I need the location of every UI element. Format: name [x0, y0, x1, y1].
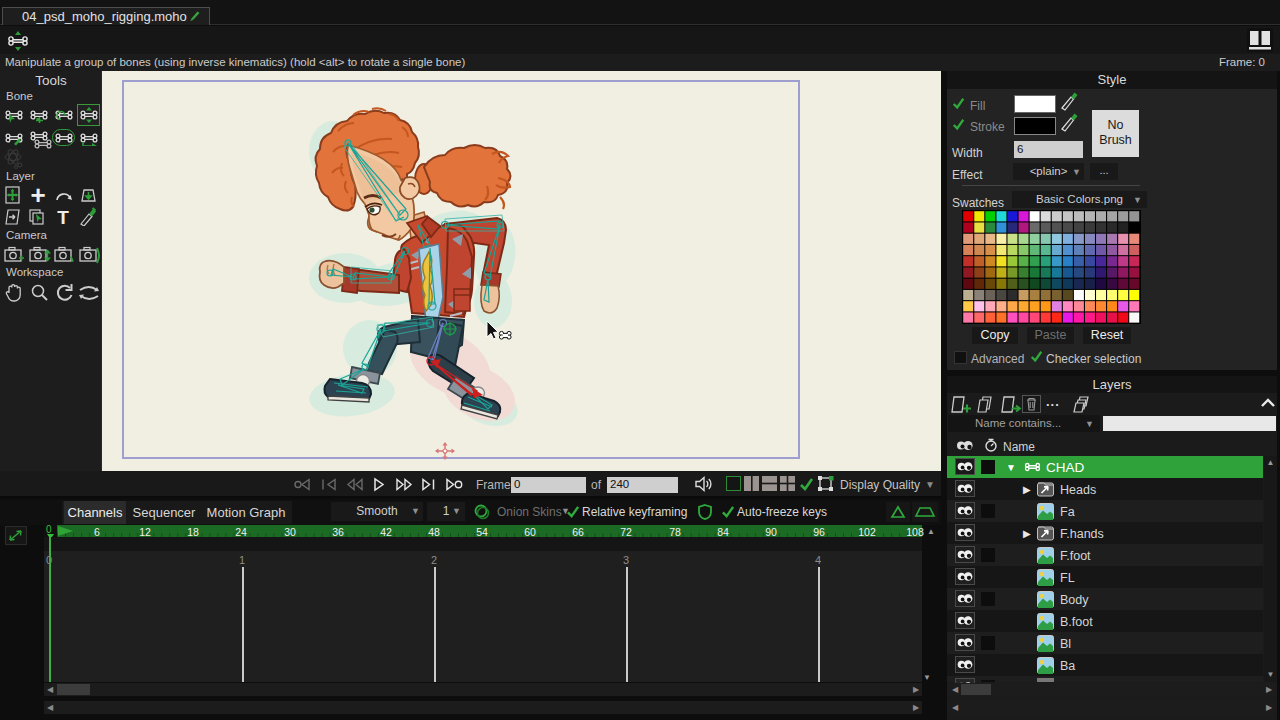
svg-text:0: 0 [46, 524, 52, 535]
